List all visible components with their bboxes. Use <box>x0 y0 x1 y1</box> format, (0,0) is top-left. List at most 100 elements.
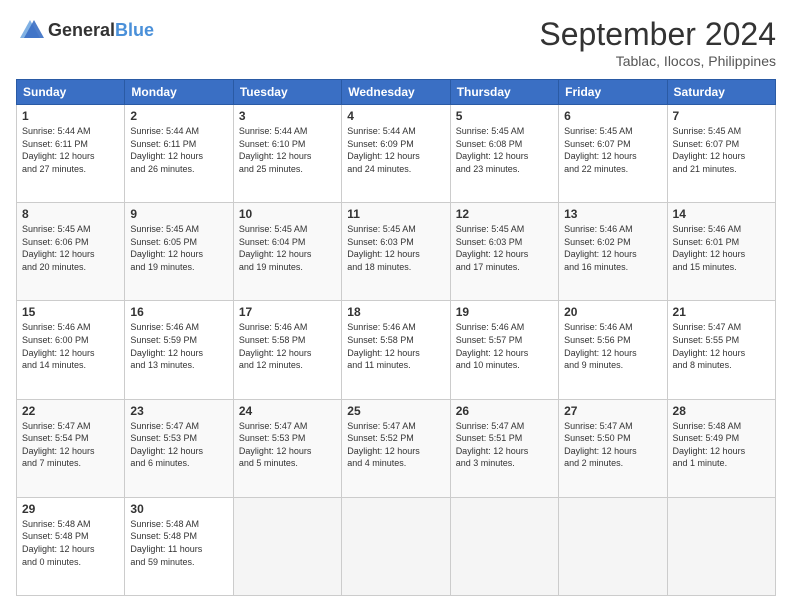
table-row <box>559 497 667 595</box>
location: Tablac, Ilocos, Philippines <box>539 53 776 69</box>
day-number: 17 <box>239 305 336 319</box>
page: GeneralBlue September 2024 Tablac, Iloco… <box>0 0 792 612</box>
header-sunday: Sunday <box>17 80 125 105</box>
day-number: 27 <box>564 404 661 418</box>
day-info: Sunrise: 5:45 AM Sunset: 6:03 PM Dayligh… <box>347 223 444 273</box>
table-row: 2 Sunrise: 5:44 AM Sunset: 6:11 PM Dayli… <box>125 105 233 203</box>
table-row <box>342 497 450 595</box>
day-number: 5 <box>456 109 553 123</box>
title-area: September 2024 Tablac, Ilocos, Philippin… <box>539 16 776 69</box>
day-number: 18 <box>347 305 444 319</box>
day-number: 11 <box>347 207 444 221</box>
day-info: Sunrise: 5:46 AM Sunset: 5:57 PM Dayligh… <box>456 321 553 371</box>
day-info: Sunrise: 5:44 AM Sunset: 6:09 PM Dayligh… <box>347 125 444 175</box>
header-monday: Monday <box>125 80 233 105</box>
day-number: 9 <box>130 207 227 221</box>
day-info: Sunrise: 5:47 AM Sunset: 5:50 PM Dayligh… <box>564 420 661 470</box>
day-number: 6 <box>564 109 661 123</box>
day-info: Sunrise: 5:45 AM Sunset: 6:06 PM Dayligh… <box>22 223 119 273</box>
day-number: 19 <box>456 305 553 319</box>
week-row: 8 Sunrise: 5:45 AM Sunset: 6:06 PM Dayli… <box>17 203 776 301</box>
table-row: 11 Sunrise: 5:45 AM Sunset: 6:03 PM Dayl… <box>342 203 450 301</box>
header-tuesday: Tuesday <box>233 80 341 105</box>
day-info: Sunrise: 5:46 AM Sunset: 6:00 PM Dayligh… <box>22 321 119 371</box>
day-info: Sunrise: 5:46 AM Sunset: 5:58 PM Dayligh… <box>347 321 444 371</box>
table-row: 7 Sunrise: 5:45 AM Sunset: 6:07 PM Dayli… <box>667 105 775 203</box>
day-number: 3 <box>239 109 336 123</box>
day-number: 12 <box>456 207 553 221</box>
day-info: Sunrise: 5:44 AM Sunset: 6:11 PM Dayligh… <box>130 125 227 175</box>
day-number: 30 <box>130 502 227 516</box>
header-thursday: Thursday <box>450 80 558 105</box>
day-info: Sunrise: 5:46 AM Sunset: 6:01 PM Dayligh… <box>673 223 770 273</box>
header: GeneralBlue September 2024 Tablac, Iloco… <box>16 16 776 69</box>
day-number: 15 <box>22 305 119 319</box>
day-info: Sunrise: 5:45 AM Sunset: 6:08 PM Dayligh… <box>456 125 553 175</box>
day-number: 23 <box>130 404 227 418</box>
day-number: 20 <box>564 305 661 319</box>
table-row: 24 Sunrise: 5:47 AM Sunset: 5:53 PM Dayl… <box>233 399 341 497</box>
table-row: 3 Sunrise: 5:44 AM Sunset: 6:10 PM Dayli… <box>233 105 341 203</box>
table-row: 12 Sunrise: 5:45 AM Sunset: 6:03 PM Dayl… <box>450 203 558 301</box>
table-row: 8 Sunrise: 5:45 AM Sunset: 6:06 PM Dayli… <box>17 203 125 301</box>
day-info: Sunrise: 5:47 AM Sunset: 5:51 PM Dayligh… <box>456 420 553 470</box>
week-row: 1 Sunrise: 5:44 AM Sunset: 6:11 PM Dayli… <box>17 105 776 203</box>
logo-area: GeneralBlue <box>16 16 154 44</box>
header-wednesday: Wednesday <box>342 80 450 105</box>
day-number: 2 <box>130 109 227 123</box>
table-row: 23 Sunrise: 5:47 AM Sunset: 5:53 PM Dayl… <box>125 399 233 497</box>
day-number: 21 <box>673 305 770 319</box>
general-blue-logo-icon <box>16 16 44 44</box>
day-info: Sunrise: 5:45 AM Sunset: 6:07 PM Dayligh… <box>564 125 661 175</box>
day-info: Sunrise: 5:46 AM Sunset: 5:59 PM Dayligh… <box>130 321 227 371</box>
header-saturday: Saturday <box>667 80 775 105</box>
day-number: 14 <box>673 207 770 221</box>
table-row: 20 Sunrise: 5:46 AM Sunset: 5:56 PM Dayl… <box>559 301 667 399</box>
table-row: 16 Sunrise: 5:46 AM Sunset: 5:59 PM Dayl… <box>125 301 233 399</box>
day-info: Sunrise: 5:48 AM Sunset: 5:48 PM Dayligh… <box>22 518 119 568</box>
logo: GeneralBlue <box>16 16 154 44</box>
table-row: 29 Sunrise: 5:48 AM Sunset: 5:48 PM Dayl… <box>17 497 125 595</box>
week-row: 29 Sunrise: 5:48 AM Sunset: 5:48 PM Dayl… <box>17 497 776 595</box>
day-number: 25 <box>347 404 444 418</box>
day-number: 10 <box>239 207 336 221</box>
day-number: 13 <box>564 207 661 221</box>
day-info: Sunrise: 5:47 AM Sunset: 5:52 PM Dayligh… <box>347 420 444 470</box>
day-number: 7 <box>673 109 770 123</box>
month-title: September 2024 <box>539 16 776 53</box>
day-info: Sunrise: 5:46 AM Sunset: 6:02 PM Dayligh… <box>564 223 661 273</box>
day-info: Sunrise: 5:44 AM Sunset: 6:10 PM Dayligh… <box>239 125 336 175</box>
table-row: 10 Sunrise: 5:45 AM Sunset: 6:04 PM Dayl… <box>233 203 341 301</box>
table-row: 26 Sunrise: 5:47 AM Sunset: 5:51 PM Dayl… <box>450 399 558 497</box>
table-row: 5 Sunrise: 5:45 AM Sunset: 6:08 PM Dayli… <box>450 105 558 203</box>
table-row: 13 Sunrise: 5:46 AM Sunset: 6:02 PM Dayl… <box>559 203 667 301</box>
table-row: 30 Sunrise: 5:48 AM Sunset: 5:48 PM Dayl… <box>125 497 233 595</box>
day-info: Sunrise: 5:44 AM Sunset: 6:11 PM Dayligh… <box>22 125 119 175</box>
calendar: Sunday Monday Tuesday Wednesday Thursday… <box>16 79 776 596</box>
day-info: Sunrise: 5:48 AM Sunset: 5:48 PM Dayligh… <box>130 518 227 568</box>
table-row: 17 Sunrise: 5:46 AM Sunset: 5:58 PM Dayl… <box>233 301 341 399</box>
table-row: 6 Sunrise: 5:45 AM Sunset: 6:07 PM Dayli… <box>559 105 667 203</box>
day-number: 8 <box>22 207 119 221</box>
table-row: 15 Sunrise: 5:46 AM Sunset: 6:00 PM Dayl… <box>17 301 125 399</box>
table-row: 19 Sunrise: 5:46 AM Sunset: 5:57 PM Dayl… <box>450 301 558 399</box>
day-info: Sunrise: 5:45 AM Sunset: 6:03 PM Dayligh… <box>456 223 553 273</box>
day-number: 26 <box>456 404 553 418</box>
table-row: 4 Sunrise: 5:44 AM Sunset: 6:09 PM Dayli… <box>342 105 450 203</box>
day-number: 28 <box>673 404 770 418</box>
day-info: Sunrise: 5:45 AM Sunset: 6:04 PM Dayligh… <box>239 223 336 273</box>
week-row: 15 Sunrise: 5:46 AM Sunset: 6:00 PM Dayl… <box>17 301 776 399</box>
logo-text: GeneralBlue <box>48 20 154 41</box>
day-info: Sunrise: 5:47 AM Sunset: 5:53 PM Dayligh… <box>130 420 227 470</box>
table-row: 22 Sunrise: 5:47 AM Sunset: 5:54 PM Dayl… <box>17 399 125 497</box>
day-number: 4 <box>347 109 444 123</box>
day-info: Sunrise: 5:45 AM Sunset: 6:07 PM Dayligh… <box>673 125 770 175</box>
table-row: 14 Sunrise: 5:46 AM Sunset: 6:01 PM Dayl… <box>667 203 775 301</box>
day-number: 1 <box>22 109 119 123</box>
table-row: 27 Sunrise: 5:47 AM Sunset: 5:50 PM Dayl… <box>559 399 667 497</box>
table-row: 21 Sunrise: 5:47 AM Sunset: 5:55 PM Dayl… <box>667 301 775 399</box>
week-row: 22 Sunrise: 5:47 AM Sunset: 5:54 PM Dayl… <box>17 399 776 497</box>
day-number: 24 <box>239 404 336 418</box>
day-info: Sunrise: 5:46 AM Sunset: 5:56 PM Dayligh… <box>564 321 661 371</box>
day-info: Sunrise: 5:47 AM Sunset: 5:55 PM Dayligh… <box>673 321 770 371</box>
